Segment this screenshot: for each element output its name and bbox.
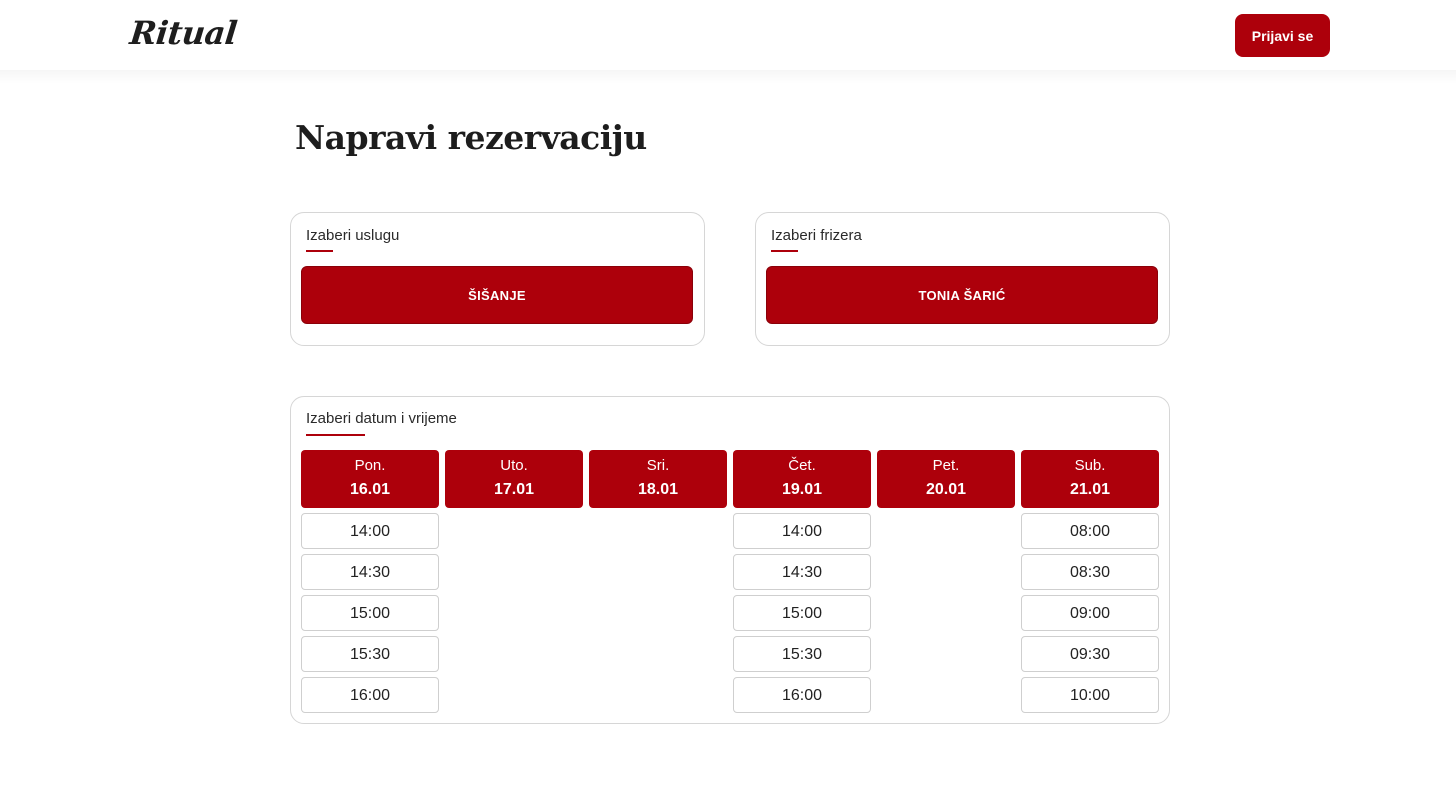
navbar-shadow xyxy=(0,70,1456,84)
time-slot[interactable]: 14:30 xyxy=(301,554,439,590)
service-select-button[interactable]: ŠIŠANJE xyxy=(301,266,693,324)
day-date: 21.01 xyxy=(1069,481,1111,498)
day-date: 20.01 xyxy=(925,481,967,498)
barber-card: Izaberi frizera TONIA ŠARIĆ xyxy=(755,212,1170,346)
service-card-label: Izaberi uslugu xyxy=(306,227,400,244)
time-slot[interactable]: 09:00 xyxy=(1021,595,1159,631)
day-column: Pet. 20.01 xyxy=(877,450,1015,508)
time-slot[interactable]: 08:30 xyxy=(1021,554,1159,590)
time-slot[interactable]: 15:00 xyxy=(733,595,871,631)
schedule-card: Izaberi datum i vrijeme Pon. 16.01 14:00 14… xyxy=(290,396,1170,724)
time-slot[interactable]: 09:30 xyxy=(1021,636,1159,672)
time-slot[interactable]: 15:30 xyxy=(733,636,871,672)
day-date: 16.01 xyxy=(349,481,391,498)
day-name: Pon. xyxy=(354,457,386,474)
day-date: 17.01 xyxy=(493,481,535,498)
service-card: Izaberi uslugu ŠIŠANJE xyxy=(290,212,705,346)
day-column: Pon. 16.01 14:00 14:30 15:00 15:30 16:00 xyxy=(301,450,439,713)
day-header[interactable]: Uto. 17.01 xyxy=(445,450,583,508)
time-slot[interactable]: 14:00 xyxy=(301,513,439,549)
day-header[interactable]: Sub. 21.01 xyxy=(1021,450,1159,508)
day-column: Sub. 21.01 08:00 08:30 09:00 09:30 10:00 xyxy=(1021,450,1159,713)
time-slot[interactable]: 15:30 xyxy=(301,636,439,672)
time-slot[interactable]: 16:00 xyxy=(301,677,439,713)
barber-card-label: Izaberi frizera xyxy=(771,227,862,244)
day-header[interactable]: Pon. 16.01 xyxy=(301,450,439,508)
time-slot[interactable]: 08:00 xyxy=(1021,513,1159,549)
day-name: Čet. xyxy=(788,457,816,474)
day-date: 19.01 xyxy=(781,481,823,498)
login-button[interactable]: Prijavi se xyxy=(1235,14,1330,57)
time-slot[interactable]: 10:00 xyxy=(1021,677,1159,713)
time-slot[interactable]: 14:00 xyxy=(733,513,871,549)
time-slot[interactable]: 16:00 xyxy=(733,677,871,713)
day-column: Uto. 17.01 xyxy=(445,450,583,508)
day-name: Pet. xyxy=(932,457,960,474)
schedule-card-label: Izaberi datum i vrijeme xyxy=(306,410,457,427)
day-name: Sri. xyxy=(646,457,670,474)
time-slot[interactable]: 14:30 xyxy=(733,554,871,590)
ritual-logo[interactable]: Ritual xyxy=(128,14,239,52)
top-navbar: Ritual Prijavi se xyxy=(0,0,1456,70)
schedule-label-underline xyxy=(306,434,365,436)
day-column: Čet. 19.01 14:00 14:30 15:00 15:30 16:00 xyxy=(733,450,871,713)
time-slot[interactable]: 15:00 xyxy=(301,595,439,631)
barber-label-underline xyxy=(771,250,798,252)
page-title: Napravi rezervaciju xyxy=(295,118,647,157)
barber-select-button[interactable]: TONIA ŠARIĆ xyxy=(766,266,1158,324)
day-date: 18.01 xyxy=(637,481,679,498)
day-name: Uto. xyxy=(500,457,528,474)
day-name: Sub. xyxy=(1074,457,1106,474)
day-header[interactable]: Čet. 19.01 xyxy=(733,450,871,508)
day-column: Sri. 18.01 xyxy=(589,450,727,508)
day-header[interactable]: Pet. 20.01 xyxy=(877,450,1015,508)
day-header[interactable]: Sri. 18.01 xyxy=(589,450,727,508)
service-label-underline xyxy=(306,250,333,252)
